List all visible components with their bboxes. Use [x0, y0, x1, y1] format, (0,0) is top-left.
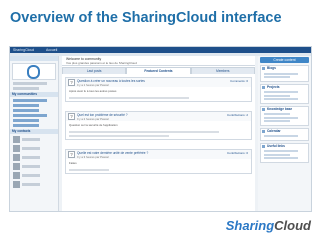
right-box-title[interactable]: Projects [261, 85, 308, 90]
tab-last-posts[interactable]: Last posts [62, 67, 127, 74]
question-icon: ? [68, 79, 75, 86]
right-box-title[interactable]: Useful links [261, 144, 308, 149]
left-sidebar: My communities My contacts [10, 56, 59, 211]
tab-bar: Last posts Featured Contents Members [62, 67, 255, 74]
post-body: Après avoir lu à tous les autres postes [69, 89, 117, 93]
right-box-links: Useful links [260, 142, 309, 163]
post-meta: Il y a 3 heures par Pascal [77, 155, 109, 159]
post-header: ? Quelle est votre dernière unité de ven… [66, 150, 251, 159]
post-item[interactable]: ? Question à créer un nouveau à toutes l… [65, 77, 252, 102]
profile-card[interactable] [12, 63, 56, 80]
avatar [13, 154, 20, 161]
sharingcloud-logo: SharingCloud [226, 218, 311, 233]
sharingcloud-logo-icon [27, 65, 40, 79]
main-content: Welcome to community Vos plus grandes pa… [62, 56, 255, 211]
brand-part-sharing: Sharing [225, 218, 275, 233]
avatar [13, 136, 20, 143]
tab-members[interactable]: Members [190, 67, 255, 74]
post-item[interactable]: ? Quelle est votre dernière unité de ven… [65, 149, 252, 174]
sidebar-contacts-head: My contacts [10, 129, 58, 134]
contact-item[interactable] [13, 154, 55, 161]
slide: Overview of the SharingCloud interface S… [0, 0, 320, 240]
slide-title: Overview of the SharingCloud interface [10, 10, 282, 26]
post-header: ? Quel est ton problème de sécurité ? Il… [66, 112, 251, 121]
sidebar-line [13, 87, 39, 90]
community-link[interactable] [13, 104, 39, 107]
contact-item[interactable] [13, 172, 55, 179]
right-box-knowledge: Knowledge base [260, 105, 309, 126]
community-link[interactable] [13, 119, 39, 122]
create-content-button[interactable]: Create content [260, 57, 309, 63]
right-box-projects: Projects [260, 83, 309, 104]
avatar [13, 172, 20, 179]
app-screenshot: SharingCloud Accueil My communities My c… [9, 46, 312, 212]
avatar [13, 163, 20, 170]
community-link[interactable] [13, 109, 39, 112]
community-link[interactable] [13, 114, 47, 117]
community-link[interactable] [13, 124, 39, 127]
contact-item[interactable] [13, 163, 55, 170]
right-box-blogs: Blogs [260, 65, 309, 82]
topbar-item-sharingcloud[interactable]: SharingCloud [13, 47, 34, 53]
post-body: Question sur la sécurité de l'applicatio… [69, 123, 118, 127]
topbar-item-home[interactable]: Accueil [46, 47, 57, 53]
contact-item[interactable] [13, 181, 55, 188]
post-count[interactable]: Contributions: 2 [227, 113, 248, 117]
contact-item[interactable] [13, 136, 55, 143]
sidebar-profile-head [10, 56, 58, 61]
post-header: ? Question à créer un nouveau à toutes l… [66, 78, 251, 87]
post-meta: Il y a 1 heures par Pascal [77, 83, 109, 87]
welcome-banner: Welcome to community Vos plus grandes pa… [62, 56, 255, 66]
right-box-calendar: Calendar [260, 127, 309, 141]
community-link[interactable] [13, 99, 47, 102]
post-item[interactable]: ? Quel est ton problème de sécurité ? Il… [65, 111, 252, 140]
post-count[interactable]: Contributions: 0 [227, 151, 248, 155]
right-box-title[interactable]: Knowledge base [261, 107, 308, 112]
post-meta: Il y a 2 heures par Pascal [77, 117, 109, 121]
right-box-title[interactable]: Blogs [261, 66, 308, 71]
avatar [13, 145, 20, 152]
tab-featured-contents[interactable]: Featured Contents [126, 67, 191, 74]
post-body: Faites [69, 161, 77, 165]
welcome-subtitle: Vos plus grandes passions et le lieu de … [66, 61, 137, 65]
brand-part-cloud: Cloud [274, 218, 311, 233]
right-box-title[interactable]: Calendar [261, 129, 308, 134]
question-icon: ? [68, 113, 75, 120]
contact-item[interactable] [13, 145, 55, 152]
sidebar-line [13, 82, 47, 85]
sidebar-communities-head: My communities [10, 92, 58, 97]
post-count[interactable]: Comments: 0 [230, 79, 248, 83]
question-icon: ? [68, 151, 75, 158]
avatar [13, 181, 20, 188]
right-sidebar: Create content Blogs Projects Knowledge … [258, 56, 311, 211]
